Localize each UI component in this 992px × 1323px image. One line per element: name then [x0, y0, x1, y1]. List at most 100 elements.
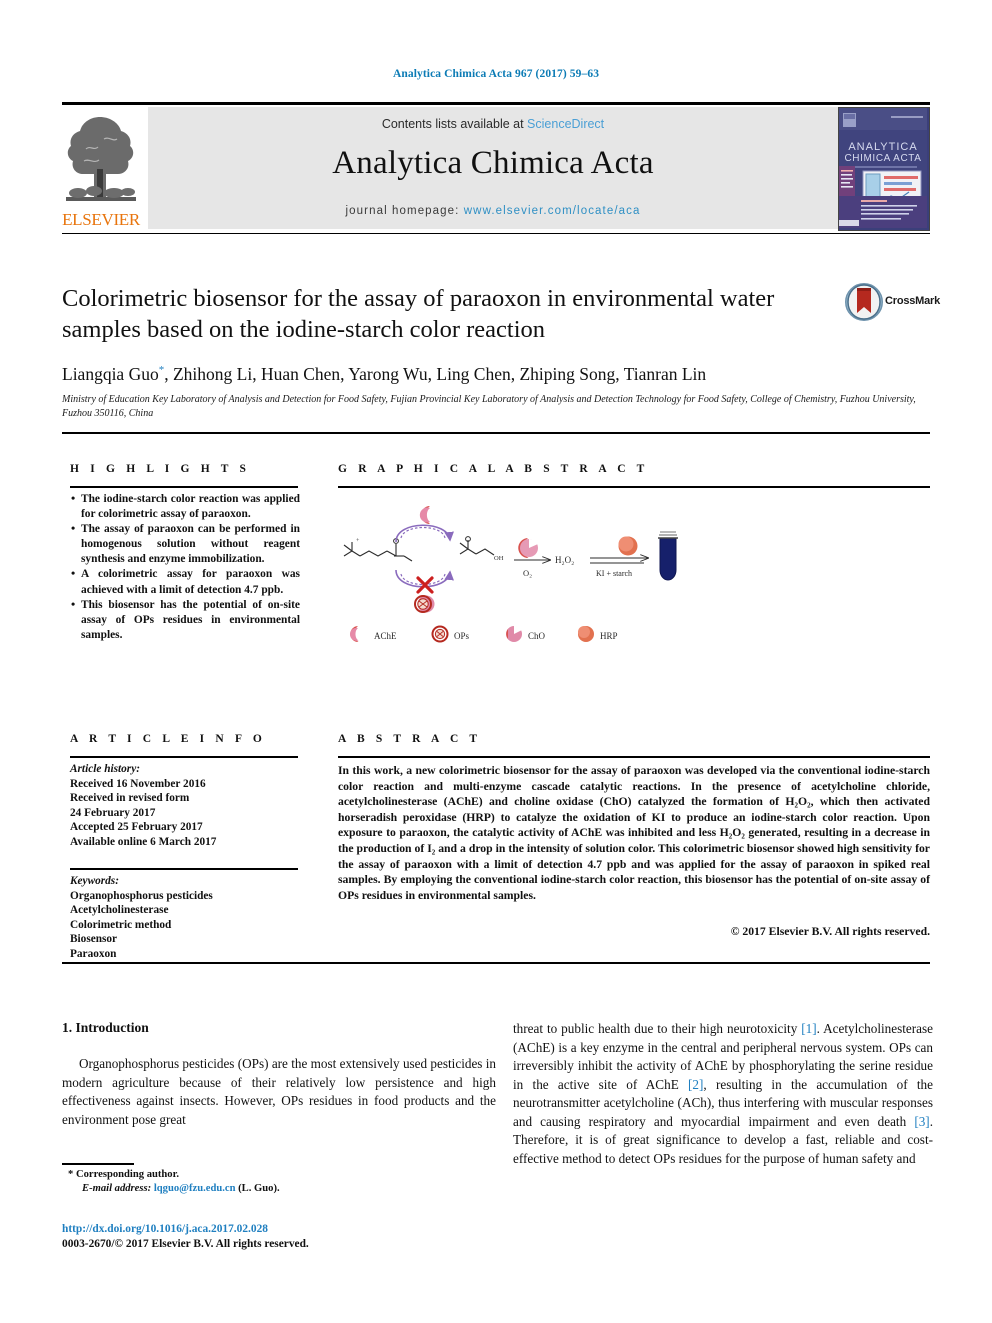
page-title: Colorimetric biosensor for the assay of … — [62, 285, 775, 343]
ache-enzyme-glyph — [419, 506, 430, 524]
legend-item-hrp: HRP — [578, 626, 618, 642]
footnote-block: * Corresponding author. E-mail address: … — [68, 1168, 498, 1196]
journal-homepage-link[interactable]: www.elsevier.com/locate/aca — [464, 205, 641, 217]
intro-paragraph-left: Organophosphorus pesticides (OPs) are th… — [62, 1056, 496, 1127]
abstract-rule — [338, 756, 930, 758]
abstract-text: In this work, a new colorimetric biosens… — [338, 764, 930, 902]
sciencedirect-link[interactable]: ScienceDirect — [527, 117, 604, 131]
section-heading-introduction: 1. Introduction — [62, 1020, 149, 1035]
ki-starch-label: KI + starch — [596, 569, 632, 578]
contents-prefix: Contents lists available at — [381, 117, 528, 131]
crossmark-label: CrossMark — [885, 295, 941, 307]
svg-text:ANALYTICA: ANALYTICA — [848, 141, 917, 153]
oh-label: OH — [494, 555, 504, 562]
list-item: The assay of paraoxon can be performed i… — [70, 521, 300, 567]
masthead-center-panel: Contents lists available at ScienceDirec… — [148, 107, 838, 229]
crossmark-badge[interactable]: CrossMark — [845, 283, 941, 323]
paper-page: Analytica Chimica Acta 967 (2017) 59–63 — [0, 0, 992, 1323]
test-tube-icon — [658, 531, 678, 581]
email-suffix: (L. Guo). — [238, 1183, 280, 1194]
footnote-rule — [62, 1163, 134, 1165]
body-column-right: threat to public health due to their hig… — [513, 1020, 933, 1168]
keyword-item: Biosensor — [70, 933, 118, 946]
body-column-left: 1. Introduction Organophosphorus pestici… — [62, 1020, 496, 1129]
o2-label: O₂ — [523, 568, 532, 578]
intro-text-1: threat to public health due to their hig… — [513, 1021, 802, 1036]
elsevier-tree-icon — [66, 117, 136, 201]
doi-block: http://dx.doi.org/10.1016/j.aca.2017.02.… — [62, 1222, 502, 1252]
svg-text:CHIMICA ACTA: CHIMICA ACTA — [844, 153, 921, 164]
citation-ref-3[interactable]: [3] — [914, 1114, 929, 1129]
corresponding-star: * — [68, 1169, 74, 1180]
svg-text:AChE: AChE — [374, 631, 397, 641]
doi-link[interactable]: http://dx.doi.org/10.1016/j.aca.2017.02.… — [62, 1222, 502, 1237]
history-received: Received 16 November 2016 — [70, 777, 206, 790]
history-revised-date: 24 February 2017 — [70, 806, 156, 819]
reaction-scheme-diagram: + OH O₂ H₂O₂ KI + starch AChE OPs ChO HR… — [343, 506, 678, 643]
journal-cover-thumbnail: ANALYTICA CHIMICA ACTA — [838, 107, 930, 231]
history-online: Available online 6 March 2017 — [70, 835, 217, 848]
article-info-heading: A R T I C L E I N F O — [70, 733, 266, 745]
article-info-rule — [70, 756, 298, 758]
crossmark-icon — [845, 283, 883, 321]
affiliation: Ministry of Education Key Laboratory of … — [62, 394, 916, 419]
affiliation-rule — [62, 432, 930, 434]
keyword-item: Organophosphorus pesticides — [70, 889, 213, 902]
svg-text:HRP: HRP — [600, 631, 618, 641]
hrp-enzyme-glyph — [618, 536, 638, 556]
graphical-abstract-figure: + OH O₂ H₂O₂ KI + starch AChE OPs ChO HR… — [338, 494, 930, 644]
list-item: A colorimetric assay for paraoxon was ac… — [70, 566, 300, 597]
keywords-rule — [70, 868, 298, 870]
author-rest: , Zhihong Li, Huan Chen, Yarong Wu, Ling… — [164, 364, 707, 384]
graphical-abstract-rule — [338, 486, 930, 488]
author-list: Liangqia Guo*, Zhihong Li, Huan Chen, Ya… — [62, 364, 932, 385]
article-history-label: Article history: — [70, 763, 140, 775]
elsevier-logo: ELSEVIER — [62, 107, 140, 229]
masthead-top-rule — [62, 102, 930, 105]
history-accepted: Accepted 25 February 2017 — [70, 821, 203, 834]
citation-ref-1[interactable]: [1] — [801, 1021, 816, 1036]
keywords-list: Keywords: Organophosphorus pesticides Ac… — [70, 874, 302, 962]
legend-item-ache: AChE — [349, 626, 397, 643]
article-history: Article history: Received 16 November 20… — [70, 762, 302, 850]
author-first: Liangqia Guo — [62, 364, 159, 384]
info-block-bottom-rule — [62, 962, 930, 964]
graphical-abstract-heading: G R A P H I C A L A B S T R A C T — [338, 463, 649, 475]
journal-title: Analytica Chimica Acta — [332, 145, 654, 181]
masthead-bottom-rule — [62, 233, 930, 234]
cover-art: ANALYTICA CHIMICA ACTA — [839, 108, 927, 228]
issn-copyright-line: 0003-2670/© 2017 Elsevier B.V. All right… — [62, 1238, 309, 1250]
corresponding-text: Corresponding author. — [75, 1169, 179, 1180]
list-item: The iodine-starch color reaction was app… — [70, 491, 300, 522]
journal-masthead: ELSEVIER Contents lists available at Sci… — [62, 107, 930, 231]
email-note: E-mail address: lqguo@fzu.edu.cn (L. Guo… — [68, 1182, 498, 1196]
email-label: E-mail address: — [82, 1183, 152, 1194]
keyword-item: Acetylcholinesterase — [70, 904, 169, 917]
elsevier-wordmark: ELSEVIER — [62, 210, 140, 229]
keyword-item: Colorimetric method — [70, 918, 172, 931]
keywords-label: Keywords: — [70, 875, 119, 887]
legend-item-ops: OPs — [431, 625, 470, 643]
svg-text:+: + — [356, 538, 360, 544]
cho-enzyme-glyph — [518, 538, 538, 559]
list-item: This biosensor has the potential of on-s… — [70, 597, 300, 643]
svg-text:ChO: ChO — [528, 631, 546, 641]
homepage-prefix: journal homepage: — [345, 205, 464, 217]
citation-ref-2[interactable]: [2] — [688, 1077, 703, 1092]
legend-item-cho: ChO — [506, 625, 546, 642]
history-revised-label: Received in revised form — [70, 792, 190, 805]
keyword-item: Paraoxon — [70, 947, 117, 960]
abstract-copyright: © 2017 Elsevier B.V. All rights reserved… — [730, 925, 930, 938]
contents-list-line: Contents lists available at ScienceDirec… — [148, 117, 838, 131]
highlights-heading: H I G H L I G H T S — [70, 463, 251, 475]
journal-homepage-line: journal homepage: www.elsevier.com/locat… — [148, 205, 838, 217]
intro-paragraph-right: threat to public health due to their hig… — [513, 1020, 933, 1168]
legend: AChE OPs ChO HRP — [349, 625, 618, 643]
h2o2-label: H₂O₂ — [555, 555, 574, 565]
running-head: Analytica Chimica Acta 967 (2017) 59–63 — [392, 68, 600, 80]
email-link[interactable]: lqguo@fzu.edu.cn — [154, 1183, 236, 1194]
highlights-rule — [70, 486, 298, 488]
ops-inhibitor-glyph — [414, 595, 435, 613]
abstract-heading: A B S T R A C T — [338, 733, 482, 745]
svg-text:OPs: OPs — [454, 631, 470, 641]
